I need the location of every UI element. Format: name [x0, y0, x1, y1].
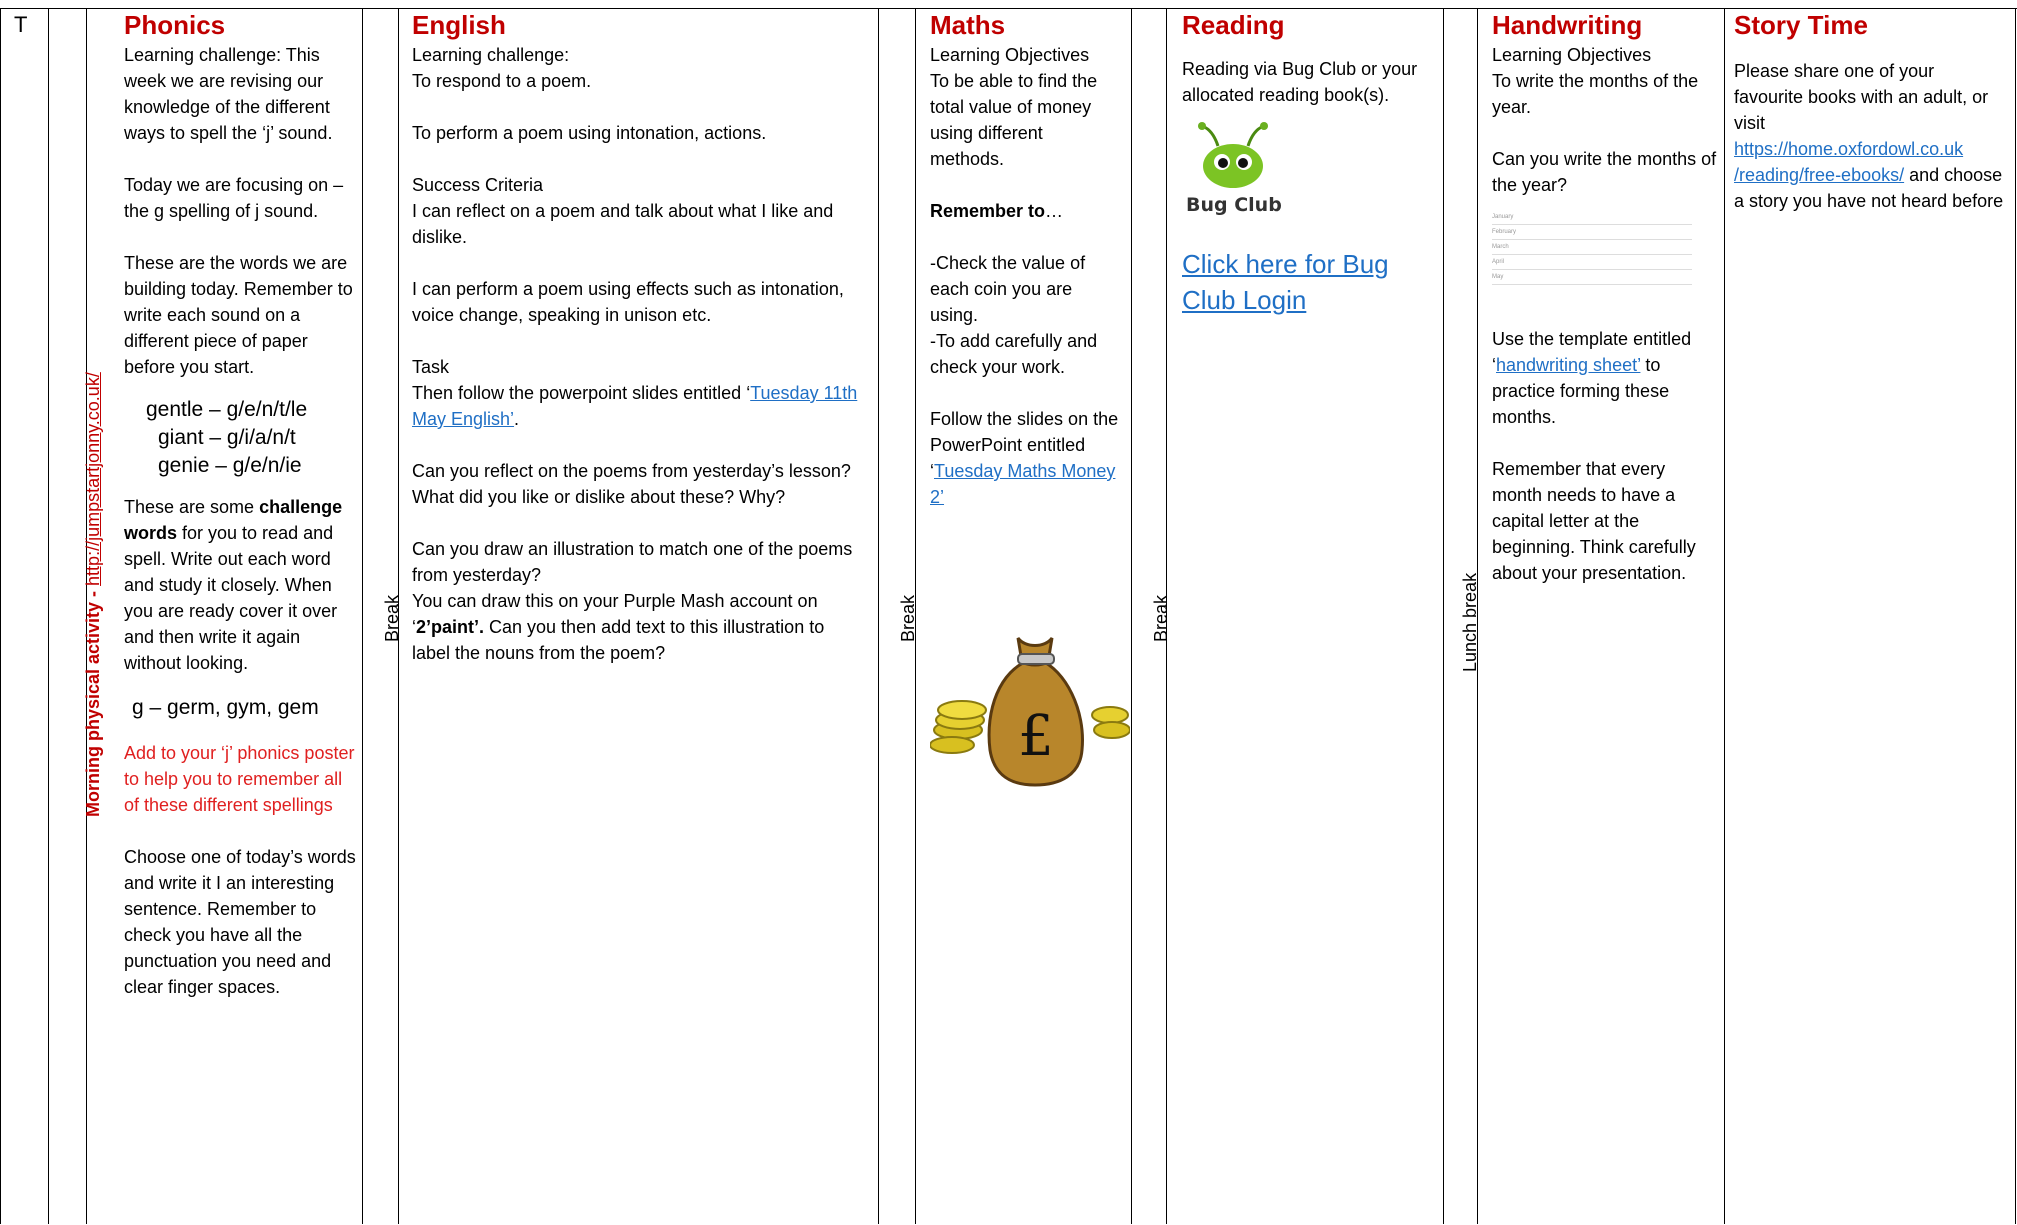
english-lc-label: Learning challenge: — [412, 45, 570, 65]
handwriting-sheet-thumbnail: January February March April May — [1492, 210, 1692, 310]
morning-activity: Morning physical activity - http://jumps… — [82, 372, 104, 817]
pound-symbol: £ — [1018, 704, 1054, 769]
phonics-word-2: giant – g/i/a/n/t — [158, 426, 296, 449]
english-draw-2-bold: 2’paint’. — [416, 617, 485, 637]
story-title: Story Time — [1734, 10, 1868, 40]
money-bag-image: £ — [930, 636, 1130, 787]
phonics-challenge-words: g – germ, gym, gem — [132, 696, 319, 719]
col-border — [1443, 8, 1444, 1224]
english-sc-line-2: I can perform a poem using effects such … — [412, 279, 844, 325]
maths-remember-dots: … — [1045, 201, 1064, 221]
phonics-word-3: genie – g/e/n/ie — [158, 454, 302, 477]
bug-club-logo: Bug Club — [1182, 120, 1437, 230]
phonics-cell: Phonics Learning challenge: This week we… — [124, 10, 356, 1000]
col-border — [1724, 8, 1725, 1224]
col-border — [48, 8, 49, 1224]
story-text-1: Please share one of your favourite books… — [1734, 61, 1989, 133]
maths-cell: Maths Learning Objectives To be able to … — [930, 10, 1120, 510]
col-border — [1131, 8, 1132, 1224]
english-task-pre: Then follow the powerpoint slides entitl… — [412, 383, 751, 403]
jumpstart-link[interactable]: http://jumpstartjonny.co.uk/ — [83, 372, 103, 586]
english-cell: English Learning challenge: To respond t… — [412, 10, 867, 666]
handwriting-question: Can you write the months of the year? — [1492, 149, 1717, 195]
break-label: Break — [382, 594, 402, 642]
break-label: Break — [1151, 594, 1171, 642]
col-border — [878, 8, 879, 1224]
handwriting-lo-label: Learning Objectives — [1492, 45, 1652, 65]
sheet-row: February — [1492, 225, 1692, 240]
morning-label: Morning physical activity - — [83, 585, 103, 817]
english-title: English — [412, 10, 506, 40]
phonics-sentence-task: Choose one of today’s words and write it… — [124, 847, 356, 997]
bug-club-logo-text: Bug Club — [1186, 194, 1282, 216]
sheet-row: March — [1492, 240, 1692, 255]
english-reflect: Can you reflect on the poems from yester… — [412, 461, 851, 507]
break-label: Break — [898, 594, 918, 642]
maths-title: Maths — [930, 10, 1006, 40]
sheet-row: January — [1492, 210, 1692, 225]
reading-text: Reading via Bug Club or your allocated r… — [1182, 59, 1418, 105]
col-border — [0, 8, 1, 1224]
col-border — [2015, 8, 2016, 1224]
maths-check-1: -Check the value of each coin you are us… — [930, 253, 1086, 325]
phonics-challenge-post: for you to read and spell. Write out eac… — [124, 523, 338, 673]
handwriting-title: Handwriting — [1492, 10, 1643, 40]
english-lc-line-2: To perform a poem using intonation, acti… — [412, 123, 767, 143]
maths-check-2: -To add carefully and check your work. — [930, 331, 1098, 377]
maths-lo-text: To be able to find the total value of mo… — [930, 71, 1098, 169]
reading-title: Reading — [1182, 10, 1285, 40]
phonics-challenge-pre: These are some — [124, 497, 260, 517]
phonics-words-intro: These are the words we are building toda… — [124, 253, 353, 377]
phonics-poster-note: Add to your ‘j’ phonics poster to help y… — [124, 743, 355, 815]
handwriting-sheet-link[interactable]: handwriting sheet’ — [1496, 355, 1640, 375]
maths-slides-link[interactable]: Tuesday Maths Money 2’ — [930, 461, 1115, 507]
english-lc-line-1: To respond to a poem. — [412, 71, 592, 91]
english-draw-1: Can you draw an illustration to match on… — [412, 539, 853, 585]
maths-lo-label: Learning Objectives — [930, 45, 1090, 65]
story-cell: Story Time Please share one of your favo… — [1734, 10, 2006, 214]
handwriting-cell: Handwriting Learning Objectives To write… — [1492, 10, 1717, 586]
sheet-row: April — [1492, 255, 1692, 270]
maths-remember-label: Remember to — [930, 201, 1046, 221]
phonics-word-1: gentle – g/e/n/t/le — [146, 398, 308, 421]
row-label: T — [14, 12, 28, 37]
oxford-owl-link[interactable]: https://home.oxfordowl.co.uk — [1734, 139, 1963, 159]
bug-icon — [1198, 122, 1268, 188]
bug-club-login-link[interactable]: Click here for Bug Club Login — [1182, 246, 1437, 318]
phonics-focus-label: Today we are focusing on – — [124, 175, 344, 195]
english-task-label: Task — [412, 357, 450, 377]
lunch-break-label: Lunch break — [1460, 572, 1480, 672]
phonics-title: Phonics — [124, 10, 226, 40]
phonics-focus-text: the g spelling of j sound. — [124, 201, 319, 221]
reading-cell: Reading Reading via Bug Club or your all… — [1182, 10, 1437, 318]
english-sc-line-1: I can reflect on a poem and talk about w… — [412, 201, 834, 247]
col-border — [362, 8, 363, 1224]
handwriting-remember: Remember that every month needs to have … — [1492, 459, 1696, 583]
english-sc-label: Success Criteria — [412, 175, 544, 195]
handwriting-lo-text: To write the months of the year. — [1492, 71, 1699, 117]
phonics-lc-label: Learning challenge: — [124, 45, 282, 65]
english-task-post: . — [514, 409, 520, 429]
oxford-owl-link-cont[interactable]: /reading/free-ebooks/ — [1734, 165, 1904, 185]
sheet-row: May — [1492, 270, 1692, 285]
